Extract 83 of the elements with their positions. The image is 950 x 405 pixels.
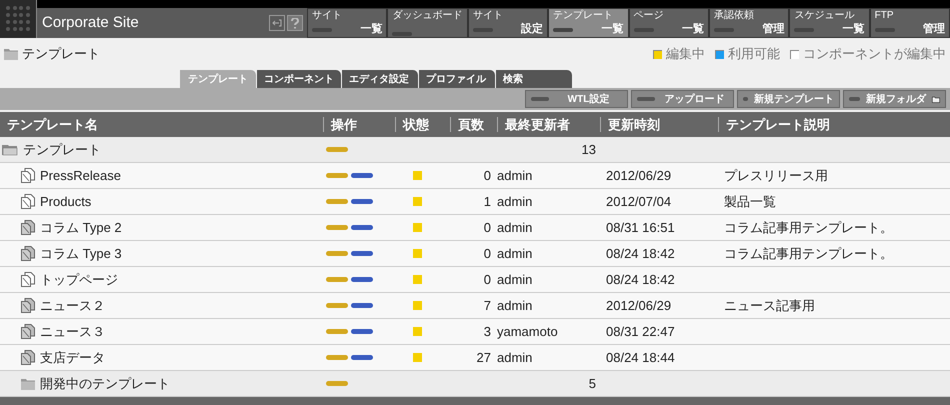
- column-header: 最終更新者: [505, 116, 570, 134]
- view-button[interactable]: [351, 277, 373, 282]
- author: admin: [497, 298, 532, 313]
- view-button[interactable]: [351, 173, 373, 178]
- author: admin: [497, 194, 532, 209]
- template-name[interactable]: ニュース２: [40, 296, 105, 316]
- help-icon[interactable]: [287, 15, 303, 31]
- legend-label: 編集中: [666, 45, 705, 64]
- page-count: 7: [484, 298, 491, 313]
- updated-time: 2012/07/04: [606, 194, 672, 209]
- view-button[interactable]: [351, 355, 373, 360]
- updated-time: 08/31 22:47: [606, 324, 675, 339]
- template-name[interactable]: 支店データ: [40, 348, 105, 368]
- template-name[interactable]: 開発中のテンプレート: [40, 374, 170, 394]
- folder-icon: [932, 94, 940, 104]
- author: admin: [497, 272, 532, 287]
- author: admin: [497, 246, 532, 261]
- column-header: 操作: [331, 116, 357, 134]
- view-button[interactable]: [351, 329, 373, 334]
- column-header: 状態: [403, 116, 429, 134]
- template-name[interactable]: テンプレート: [23, 140, 101, 160]
- view-button[interactable]: [351, 303, 373, 308]
- legend-label: コンポーネントが編集中: [803, 45, 946, 64]
- updated-time: 08/24 18:42: [606, 272, 675, 287]
- template-name[interactable]: ニュース３: [40, 322, 105, 342]
- page-count: 0: [484, 246, 491, 261]
- column-header: テンプレート名: [7, 116, 98, 134]
- toolbar-button[interactable]: WTL設定: [525, 90, 628, 108]
- updated-time: 2012/06/29: [606, 298, 672, 313]
- page-count: 0: [484, 220, 491, 235]
- nav-button[interactable]: ページ 一覧: [628, 8, 709, 38]
- folder-icon: [4, 48, 18, 60]
- author: admin: [497, 220, 532, 235]
- updated-time: 08/24 18:44: [606, 350, 675, 365]
- nav-button[interactable]: FTP 管理: [870, 8, 950, 38]
- toolbar-button[interactable]: アップロード: [631, 90, 734, 108]
- tab[interactable]: 検索: [496, 70, 572, 88]
- view-button[interactable]: [351, 225, 373, 230]
- column-header: 頁数: [458, 116, 484, 134]
- updated-time: 08/24 18:42: [606, 246, 675, 261]
- toolbar-button[interactable]: 新規フォルダ: [843, 90, 946, 108]
- edit-button[interactable]: [326, 147, 348, 152]
- description: コラム記事用テンプレート。: [724, 220, 893, 235]
- description: プレスリリース用: [724, 168, 828, 183]
- view-button[interactable]: [351, 199, 373, 204]
- site-title: Corporate Site: [42, 12, 139, 33]
- author: admin: [497, 350, 532, 365]
- template-name[interactable]: Products: [40, 192, 92, 212]
- tab[interactable]: コンポーネント: [257, 70, 341, 88]
- nav-button[interactable]: サイト 一覧: [307, 8, 388, 38]
- author: admin: [497, 168, 532, 183]
- logout-button[interactable]: [269, 15, 285, 31]
- toolbar-button[interactable]: 新規テンプレート: [737, 90, 840, 108]
- page-count: 0: [484, 168, 491, 183]
- nav-button[interactable]: スケジュール 一覧: [789, 8, 870, 38]
- edit-button[interactable]: [326, 381, 348, 386]
- author: yamamoto: [497, 324, 558, 339]
- description: 製品一覧: [724, 194, 776, 209]
- breadcrumb: テンプレート: [22, 45, 100, 64]
- exit-icon: [272, 19, 282, 27]
- template-name[interactable]: コラム Type 3: [40, 244, 122, 264]
- nav-button[interactable]: サイト 設定: [468, 8, 548, 38]
- legend-label: 利用可能: [728, 45, 780, 64]
- page-count: 0: [484, 272, 491, 287]
- tab[interactable]: エディタ設定: [342, 70, 418, 88]
- nav-button[interactable]: 承認依頼 管理: [708, 8, 790, 38]
- page-count: 3: [484, 324, 491, 339]
- updated-time: 08/31 16:51: [606, 220, 675, 235]
- updated-time: 2012/06/29: [606, 168, 672, 183]
- description: コラム記事用テンプレート。: [724, 246, 893, 261]
- column-header: 更新時刻: [608, 116, 660, 134]
- page-count: 5: [588, 376, 596, 391]
- column-header: テンプレート説明: [726, 116, 830, 134]
- template-name[interactable]: トップページ: [40, 270, 118, 290]
- tab[interactable]: プロファイル: [419, 70, 495, 88]
- description: ニュース記事用: [724, 298, 815, 313]
- page-count: 27: [476, 350, 491, 365]
- page-count: 13: [582, 142, 596, 157]
- nav-button[interactable]: ダッシュボード: [387, 8, 468, 38]
- view-button[interactable]: [351, 251, 373, 256]
- page-count: 1: [484, 194, 491, 209]
- template-name[interactable]: コラム Type 2: [40, 218, 122, 238]
- template-name[interactable]: PressRelease: [40, 166, 121, 186]
